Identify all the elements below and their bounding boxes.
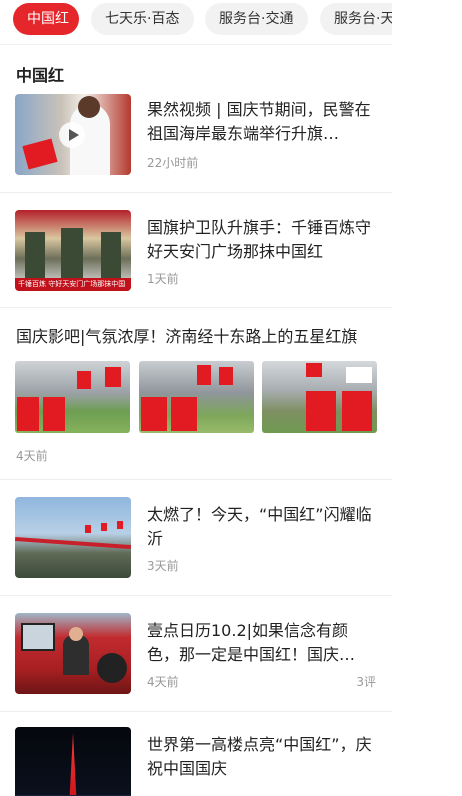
- thumbnail-caption: 千锤百炼 守好天安门广场那抹中国: [15, 278, 131, 291]
- gallery-image-3[interactable]: [262, 361, 377, 433]
- channel-tabs: 中国红 七天乐·百态 服务台·交通 服务台·天: [0, 0, 392, 45]
- article-title: 壹点日历10.2|如果信念有颜色，那一定是中国红！国庆…: [147, 621, 356, 664]
- article-thumbnail: [15, 497, 131, 578]
- gallery-image-1[interactable]: [15, 361, 130, 433]
- tab-seven-days[interactable]: 七天乐·百态: [91, 3, 194, 35]
- article-time: 1天前: [147, 272, 179, 286]
- tab-service-traffic[interactable]: 服务台·交通: [205, 3, 308, 35]
- article-item[interactable]: 世界第一高楼点亮“中国红”，庆祝中国国庆: [0, 711, 392, 796]
- article-thumbnail: [15, 727, 131, 796]
- article-item[interactable]: 壹点日历10.2|如果信念有颜色，那一定是中国红！国庆… 4天前 3评: [0, 595, 392, 712]
- article-title: 国旗护卫队升旗手：千锤百炼守好天安门广场那抹中国红: [147, 218, 372, 261]
- article-time: 22小时前: [147, 156, 199, 170]
- article-thumbnail: [15, 613, 131, 694]
- article-title: 果然视频 | 国庆节期间，民警在祖国海岸最东端举行升旗…: [147, 100, 371, 143]
- comment-count: 3评: [356, 675, 376, 689]
- article-item[interactable]: 太燃了！今天，“中国红”闪耀临沂 3天前: [0, 479, 392, 596]
- news-feed: 中国红 七天乐·百态 服务台·交通 服务台·天 中国红 果然视频 | 国庆节期间…: [0, 0, 392, 796]
- article-time: 3天前: [147, 559, 179, 573]
- play-icon: [59, 122, 85, 148]
- gallery-image-2[interactable]: [139, 361, 254, 433]
- article-item[interactable]: 千锤百炼 守好天安门广场那抹中国 国旗护卫队升旗手：千锤百炼守好天安门广场那抹中…: [0, 192, 392, 308]
- tab-service-weather[interactable]: 服务台·天: [320, 3, 392, 35]
- article-thumbnail: 千锤百炼 守好天安门广场那抹中国: [15, 210, 131, 291]
- article-title: 太燃了！今天，“中国红”闪耀临沂: [147, 505, 372, 548]
- article-time: 4天前: [16, 449, 48, 463]
- article-thumbnail: [15, 94, 131, 175]
- article-item[interactable]: 国庆影吧|气氛浓厚！济南经十东路上的五星红旗 4天前: [0, 307, 392, 480]
- article-title: 世界第一高楼点亮“中国红”，庆祝中国国庆: [147, 735, 372, 778]
- section-title: 中国红: [16, 66, 65, 85]
- tab-china-red[interactable]: 中国红: [13, 3, 79, 35]
- article-item[interactable]: 果然视频 | 国庆节期间，民警在祖国海岸最东端举行升旗… 22小时前: [0, 84, 392, 193]
- article-title: 国庆影吧|气氛浓厚！济南经十东路上的五星红旗: [16, 327, 358, 346]
- article-time: 4天前: [147, 675, 179, 689]
